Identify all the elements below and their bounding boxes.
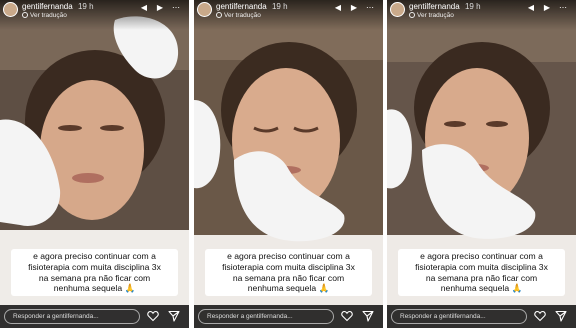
globe-icon — [22, 12, 28, 18]
reply-input[interactable]: Responder a gentilfernanda... — [4, 309, 140, 324]
globe-icon — [216, 12, 222, 18]
heart-icon[interactable] — [341, 310, 353, 322]
more-dots-icon[interactable]: ⋯ — [558, 3, 568, 13]
caption-line: e agora preciso continuar com a — [33, 251, 156, 261]
story-header: gentilfernanda 19 h Ver tradução ◀ ▶ ⋯ — [387, 0, 576, 30]
send-icon[interactable] — [168, 310, 180, 322]
caption-line: e agora preciso continuar com a — [420, 251, 543, 261]
heart-icon[interactable] — [534, 310, 546, 322]
send-icon[interactable] — [362, 310, 374, 322]
story-caption: e agora preciso continuar com a fisioter… — [11, 249, 178, 297]
story-panel-3[interactable]: gentilfernanda 19 h Ver tradução ◀ ▶ ⋯ e… — [387, 0, 576, 328]
avatar[interactable] — [3, 2, 18, 17]
caption-line: fisioterapia com muita disciplina 3x — [415, 261, 548, 272]
see-translation-link[interactable]: Ver tradução — [409, 12, 454, 19]
see-translation-link[interactable]: Ver tradução — [216, 12, 261, 19]
play-icon[interactable]: ▶ — [542, 3, 552, 13]
speaker-icon[interactable]: ◀ — [526, 3, 536, 13]
caption-line: na semana pra não ficar com — [38, 272, 151, 283]
caption-line: nenhuma sequela 🙏 — [440, 283, 523, 294]
speaker-icon[interactable]: ◀ — [139, 3, 149, 13]
speaker-icon[interactable]: ◀ — [333, 3, 343, 13]
story-time: 19 h — [464, 2, 481, 11]
story-footer: Responder a gentilfernanda... — [387, 305, 576, 328]
reply-input[interactable]: Responder a gentilfernanda... — [391, 309, 527, 324]
story-username[interactable]: gentilfernanda 19 h — [216, 2, 288, 11]
story-caption: e agora preciso continuar com a fisioter… — [398, 249, 565, 297]
story-screenshot-strip: gentilfernanda 19 h Ver tradução ◀ ▶ ⋯ e… — [0, 0, 577, 328]
caption-line: na semana pra não ficar com — [232, 272, 345, 283]
avatar[interactable] — [390, 2, 405, 17]
story-caption: e agora preciso continuar com a fisioter… — [205, 249, 372, 297]
caption-line: fisioterapia com muita disciplina 3x — [222, 261, 355, 272]
story-time: 19 h — [271, 2, 288, 11]
see-translation-link[interactable]: Ver tradução — [22, 12, 67, 19]
story-username[interactable]: gentilfernanda 19 h — [22, 2, 94, 11]
caption-line: fisioterapia com muita disciplina 3x — [28, 261, 161, 272]
story-footer: Responder a gentilfernanda... — [194, 305, 383, 328]
more-dots-icon[interactable]: ⋯ — [365, 3, 375, 13]
play-icon[interactable]: ▶ — [349, 3, 359, 13]
avatar[interactable] — [197, 2, 212, 17]
story-panel-1[interactable]: gentilfernanda 19 h Ver tradução ◀ ▶ ⋯ e… — [0, 0, 189, 328]
reply-input[interactable]: Responder a gentilfernanda... — [198, 309, 334, 324]
caption-line: nenhuma sequela 🙏 — [53, 283, 136, 294]
caption-line: e agora preciso continuar com a — [227, 251, 350, 261]
play-icon[interactable]: ▶ — [155, 3, 165, 13]
story-panel-2[interactable]: gentilfernanda 19 h Ver tradução ◀ ▶ ⋯ e… — [194, 0, 383, 328]
send-icon[interactable] — [555, 310, 567, 322]
caption-line: nenhuma sequela 🙏 — [247, 283, 330, 294]
story-header: gentilfernanda 19 h Ver tradução ◀ ▶ ⋯ — [194, 0, 383, 30]
caption-line: na semana pra não ficar com — [425, 272, 538, 283]
story-footer: Responder a gentilfernanda... — [0, 305, 189, 328]
story-time: 19 h — [77, 2, 94, 11]
more-dots-icon[interactable]: ⋯ — [171, 3, 181, 13]
story-header: gentilfernanda 19 h Ver tradução ◀ ▶ ⋯ — [0, 0, 189, 30]
globe-icon — [409, 12, 415, 18]
story-username[interactable]: gentilfernanda 19 h — [409, 2, 481, 11]
heart-icon[interactable] — [147, 310, 159, 322]
